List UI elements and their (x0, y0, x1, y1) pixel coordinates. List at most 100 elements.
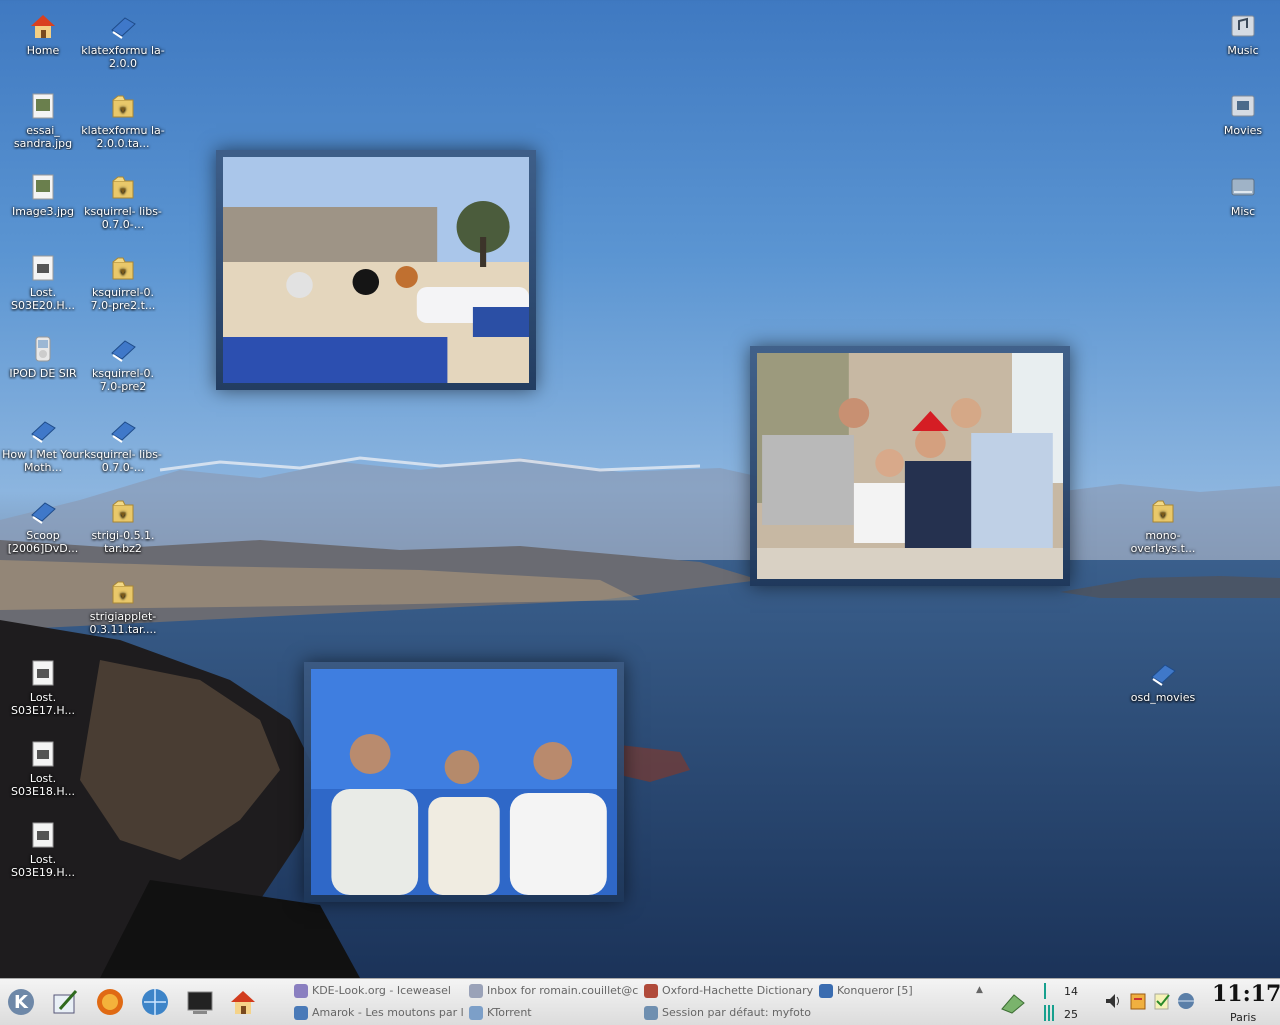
video-file-icon (29, 740, 57, 768)
task-session-par-d-faut-myfoto[interactable]: Session par défaut: myfoto (644, 1003, 816, 1023)
desktop-icon-ksquirrel-0-7-0-pre2[interactable]: ksquirrel-0. 7.0-pre2 (80, 335, 166, 393)
book-icon (109, 12, 137, 40)
desktop-icon-label: strigiapplet- 0.3.11.tar.... (89, 610, 157, 636)
desktop-icon-music[interactable]: Music (1200, 12, 1280, 57)
archive-icon: ▼ (109, 173, 137, 201)
desktop-icon-lost-s03e18-h[interactable]: Lost. S03E18.H... (0, 740, 86, 798)
ipod-icon (29, 335, 57, 363)
desktop-icon-mono-overlays-t[interactable]: ▼ mono- overlays.t... (1120, 497, 1206, 555)
desktop-icon-label: ksquirrel- libs-0.7.0-... (84, 448, 162, 474)
web-browser-icon[interactable] (140, 987, 170, 1017)
kate-icon[interactable] (50, 987, 80, 1017)
task-kde-look-org-iceweasel[interactable]: KDE-Look.org - Iceweasel (294, 981, 466, 1001)
tray-arrow-icon[interactable]: ▲ (976, 985, 983, 995)
movies-drive-icon (1229, 92, 1257, 120)
task-label: KDE-Look.org - Iceweasel (312, 984, 451, 997)
image-file-icon (29, 173, 57, 201)
image-file-icon (29, 92, 57, 120)
desktop-icon-osd-movies[interactable]: osd_movies (1120, 659, 1206, 704)
task-label: Konqueror [5] (837, 984, 913, 997)
task-amarok-les-moutons-par-l[interactable]: Amarok - Les moutons par l (294, 1003, 466, 1023)
desktop-icon-misc[interactable]: Misc (1200, 173, 1280, 218)
task-konqueror-5[interactable]: Konqueror [5] (819, 981, 991, 1001)
desktop-icon-ipod-de-sir[interactable]: IPOD DE SIR (0, 335, 86, 380)
desktop-icon-movies[interactable]: Movies (1200, 92, 1280, 137)
book-icon (29, 416, 57, 444)
task-label: Session par défaut: myfoto (662, 1006, 811, 1019)
desktop-icon-label: Scoop [2006]DvD... (7, 529, 79, 555)
book-icon (109, 416, 137, 444)
desktop-icon-label: ksquirrel-0. 7.0-pre2.t... (90, 286, 156, 312)
wallpaper (0, 456, 1280, 978)
archive-icon: ▼ (109, 578, 137, 606)
desktop-icon-scoop-2006-dvd[interactable]: Scoop [2006]DvD... (0, 497, 86, 555)
video-file-icon (29, 659, 57, 687)
amarok-icon (294, 1006, 308, 1020)
clock-city: Paris (1230, 1011, 1257, 1024)
desktop-icon-label: strigi-0.5.1. tar.bz2 (91, 529, 155, 555)
desktop-icon-label: ksquirrel- libs-0.7.0-... (84, 205, 162, 231)
network-icon[interactable] (1176, 991, 1196, 1011)
iceweasel-icon (294, 984, 308, 998)
firefox-icon[interactable] (95, 987, 125, 1017)
desktop-icon-label: essai_ sandra.jpg (13, 124, 73, 150)
task-label: Inbox for romain.couillet@c (487, 984, 639, 997)
beach-photo[interactable] (216, 150, 536, 390)
desktop-icon-label: ksquirrel-0. 7.0-pre2 (91, 367, 154, 393)
klipper-icon[interactable] (1128, 991, 1148, 1011)
archive-icon: ▼ (1149, 497, 1177, 525)
desktop-icon-image3-jpg[interactable]: Image3.jpg (0, 173, 86, 218)
desktop-icon-label: Lost. S03E18.H... (11, 772, 75, 798)
desktop-icon-ksquirrel-0-7-0-pre2-t[interactable]: ▼ ksquirrel-0. 7.0-pre2.t... (80, 254, 166, 312)
volume-icon[interactable] (1104, 991, 1124, 1011)
desktop-switch-icon[interactable] (1000, 989, 1026, 1018)
task-label: Amarok - Les moutons par l (312, 1006, 464, 1019)
konqueror-icon (819, 984, 833, 998)
desktop-icon-label: osd_movies (1130, 691, 1196, 704)
book-icon (109, 335, 137, 363)
video-file-icon (29, 821, 57, 849)
desktop-icon-lost-s03e20-h[interactable]: Lost. S03E20.H... (0, 254, 86, 312)
desktop-icon-label: Lost. S03E19.H... (11, 853, 75, 879)
desktop-icon-klatexformu-la-2-0-0[interactable]: klatexformu la-2.0.0 (80, 12, 166, 70)
mail-icon (469, 984, 483, 998)
desktop-icon-ksquirrel-libs-0-7-0[interactable]: ▼ ksquirrel- libs-0.7.0-... (80, 173, 166, 231)
desktop-icon-label: Movies (1223, 124, 1263, 137)
task-inbox-for-romain-couillet-c[interactable]: Inbox for romain.couillet@c (469, 981, 641, 1001)
session-icon (644, 1006, 658, 1020)
desktop-icon-essai-sandra-jpg[interactable]: essai_ sandra.jpg (0, 92, 86, 150)
desktop-icon-home[interactable]: Home (0, 12, 86, 57)
pager-desktop-bottom[interactable]: 25 (1064, 1008, 1078, 1021)
desktop-icon-label: Lost. S03E20.H... (11, 286, 75, 312)
desktop-icon-label: mono- overlays.t... (1130, 529, 1196, 555)
desktop-icon-lost-s03e19-h[interactable]: Lost. S03E19.H... (0, 821, 86, 879)
home-folder-icon[interactable] (228, 987, 258, 1017)
home-icon (29, 12, 57, 40)
svg-text:▼: ▼ (120, 268, 126, 276)
desktop-icon-ksquirrel-libs-0-7-0[interactable]: ksquirrel- libs-0.7.0-... (80, 416, 166, 474)
archive-icon: ▼ (109, 497, 137, 525)
notes-icon[interactable] (1152, 991, 1172, 1011)
friends-photo[interactable] (304, 662, 624, 902)
desktop-icon-how-i-met-your-moth[interactable]: How I Met Your Moth... (0, 416, 86, 474)
desktop-icon-klatexformu-la-2-0-0-ta[interactable]: ▼ klatexformu la-2.0.0.ta... (80, 92, 166, 150)
desktop-icon-label: Lost. S03E17.H... (11, 691, 75, 717)
desktop-icon-lost-s03e17-h[interactable]: Lost. S03E17.H... (0, 659, 86, 717)
task-ktorrent[interactable]: KTorrent (469, 1003, 641, 1023)
kde-panel: K KDE-Look.org - Iceweasel Inbox for roma… (0, 978, 1280, 1025)
party-photo[interactable] (750, 346, 1070, 586)
kde-menu-icon[interactable]: K (6, 987, 36, 1017)
desktop-icon-label: IPOD DE SIR (9, 367, 77, 380)
svg-text:▼: ▼ (1160, 511, 1166, 519)
terminal-icon[interactable] (185, 987, 215, 1017)
svg-text:▼: ▼ (120, 106, 126, 114)
clock-time[interactable]: 11:17 (1212, 981, 1280, 1007)
drive-icon (1229, 173, 1257, 201)
task-oxford-hachette-dictionary[interactable]: Oxford-Hachette Dictionary (644, 981, 816, 1001)
svg-text:▼: ▼ (120, 511, 126, 519)
desktop-icon-strigi-0-5-1-tar-bz2[interactable]: ▼ strigi-0.5.1. tar.bz2 (80, 497, 166, 555)
svg-text:▼: ▼ (120, 187, 126, 195)
desktop-icon-strigiapplet-0-3-11-tar[interactable]: ▼ strigiapplet- 0.3.11.tar.... (80, 578, 166, 636)
pager-desktop-top[interactable]: 14 (1064, 985, 1078, 998)
pager[interactable]: 14 25 (1044, 981, 1094, 1023)
